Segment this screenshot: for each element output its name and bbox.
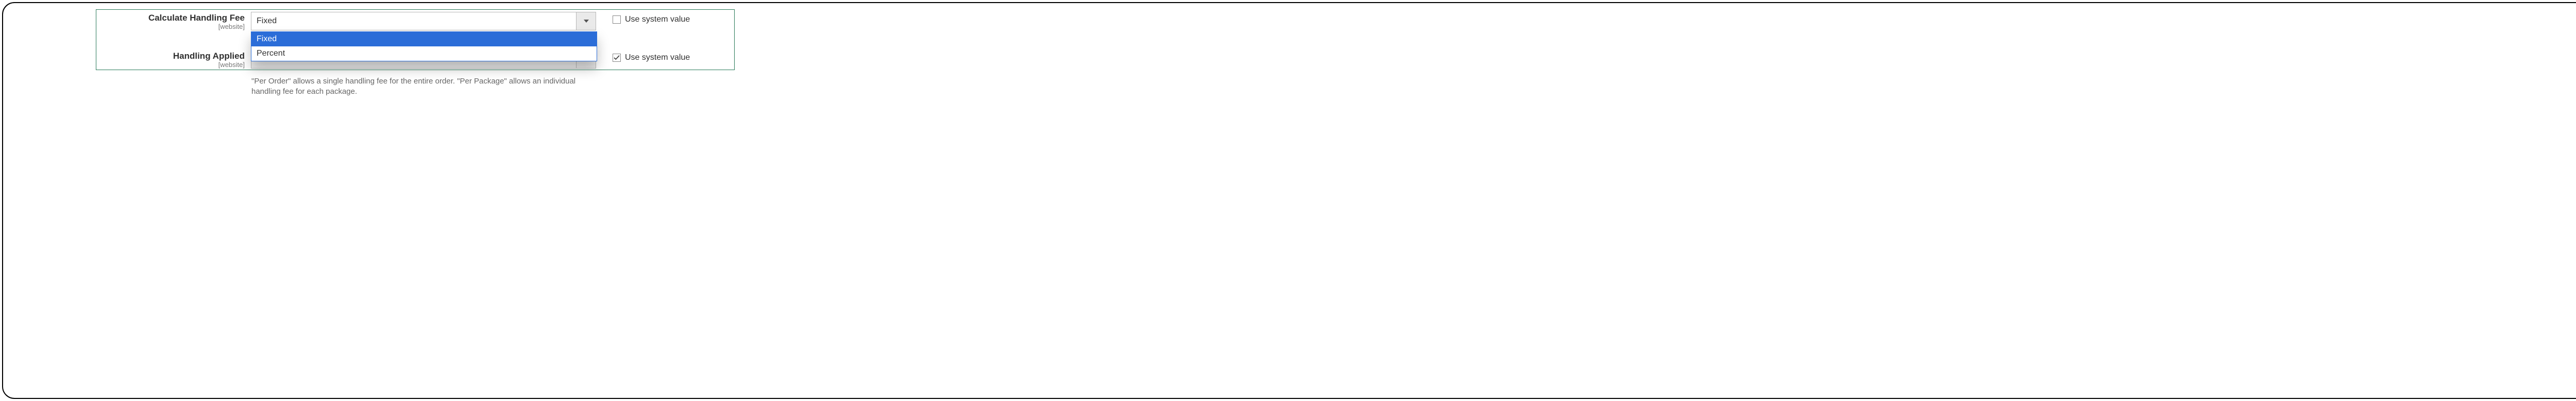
chevron-down-icon (576, 12, 596, 30)
dropdown-option-fixed[interactable]: Fixed (251, 32, 597, 46)
config-row-calc: Calculate Handling Fee [website] Fixed U… (96, 10, 734, 31)
field-label: Calculate Handling Fee (96, 13, 245, 23)
label-col: Handling Applied [website] (96, 48, 251, 69)
use-system-col: Use system value (601, 10, 690, 24)
use-system-label: Use system value (625, 53, 690, 62)
window-frame: Calculate Handling Fee [website] Fixed U… (2, 2, 2576, 399)
use-system-col: Use system value (601, 48, 690, 62)
field-label: Handling Applied (96, 51, 245, 61)
field-scope: [website] (96, 23, 245, 30)
help-text: "Per Order" allows a single handling fee… (251, 76, 591, 97)
select-value: Fixed (251, 12, 576, 30)
calc-handling-fee-select[interactable]: Fixed (251, 12, 596, 30)
field-scope: [website] (96, 61, 245, 69)
control-col: Fixed (251, 10, 601, 30)
dropdown-option-percent[interactable]: Percent (251, 46, 597, 61)
use-system-checkbox-applied[interactable] (613, 54, 621, 62)
config-panel: Calculate Handling Fee [website] Fixed U… (96, 9, 735, 70)
use-system-checkbox-calc[interactable] (613, 15, 621, 24)
calc-handling-fee-dropdown: Fixed Percent (251, 31, 597, 61)
use-system-label: Use system value (625, 15, 690, 24)
label-col: Calculate Handling Fee [website] (96, 10, 251, 31)
